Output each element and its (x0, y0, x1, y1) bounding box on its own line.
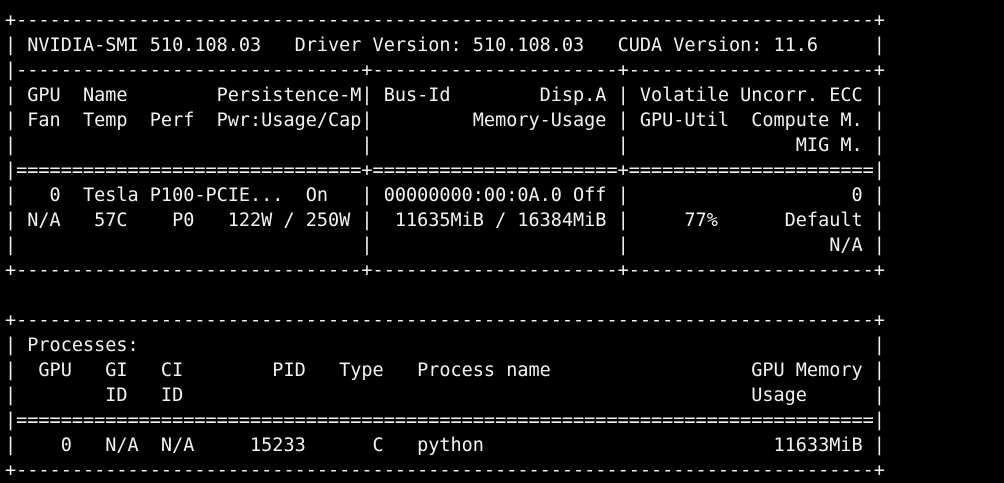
gpu-row-line-1: | 0 Tesla P100-PCIE... On | 00000000:00:… (5, 185, 885, 206)
processes-title-line: | Processes: | (5, 335, 885, 356)
top-cut-border-line: +---------------------------------------… (5, 0, 885, 8)
version-header-line: | NVIDIA-SMI 510.108.03 Driver Version: … (5, 35, 885, 56)
gpu-column-header-line-2: | Fan Temp Perf Pwr:Usage/Cap| Memory-Us… (5, 110, 885, 131)
gpu-row-line-2: | N/A 57C P0 122W / 250W | 11635MiB / 16… (5, 210, 885, 231)
processes-top-border: +---------------------------------------… (5, 310, 885, 331)
table-top-border-line: +---------------------------------------… (5, 10, 885, 31)
processes-bottom-border: +---------------------------------------… (5, 460, 885, 481)
gpu-table-bottom-border: +-------------------------------+-------… (5, 260, 885, 281)
nvidia-smi-output: +---------------------------------------… (5, 0, 885, 483)
terminal-window: { "terminal": { "lines": [ "+-----------… (0, 0, 1004, 481)
gpu-row-line-3: | | | N/A | (5, 235, 885, 256)
process-row-python: | 0 N/A N/A 15233 C python 11633MiB | (5, 435, 885, 456)
processes-column-header-line-1: | GPU GI CI PID Type Process name GPU Me… (5, 360, 885, 381)
gpu-column-header-line-3: | | | MIG M. | (5, 135, 885, 156)
processes-column-header-line-2: | ID ID Usage | (5, 385, 885, 406)
gpu-header-double-separator: |===============================+=======… (5, 160, 885, 181)
gpu-column-header-line-1: | GPU Name Persistence-M| Bus-Id Disp.A … (5, 85, 885, 106)
processes-double-separator: |=======================================… (5, 410, 885, 431)
gpu-header-separator-line: |-------------------------------+-------… (5, 60, 885, 81)
